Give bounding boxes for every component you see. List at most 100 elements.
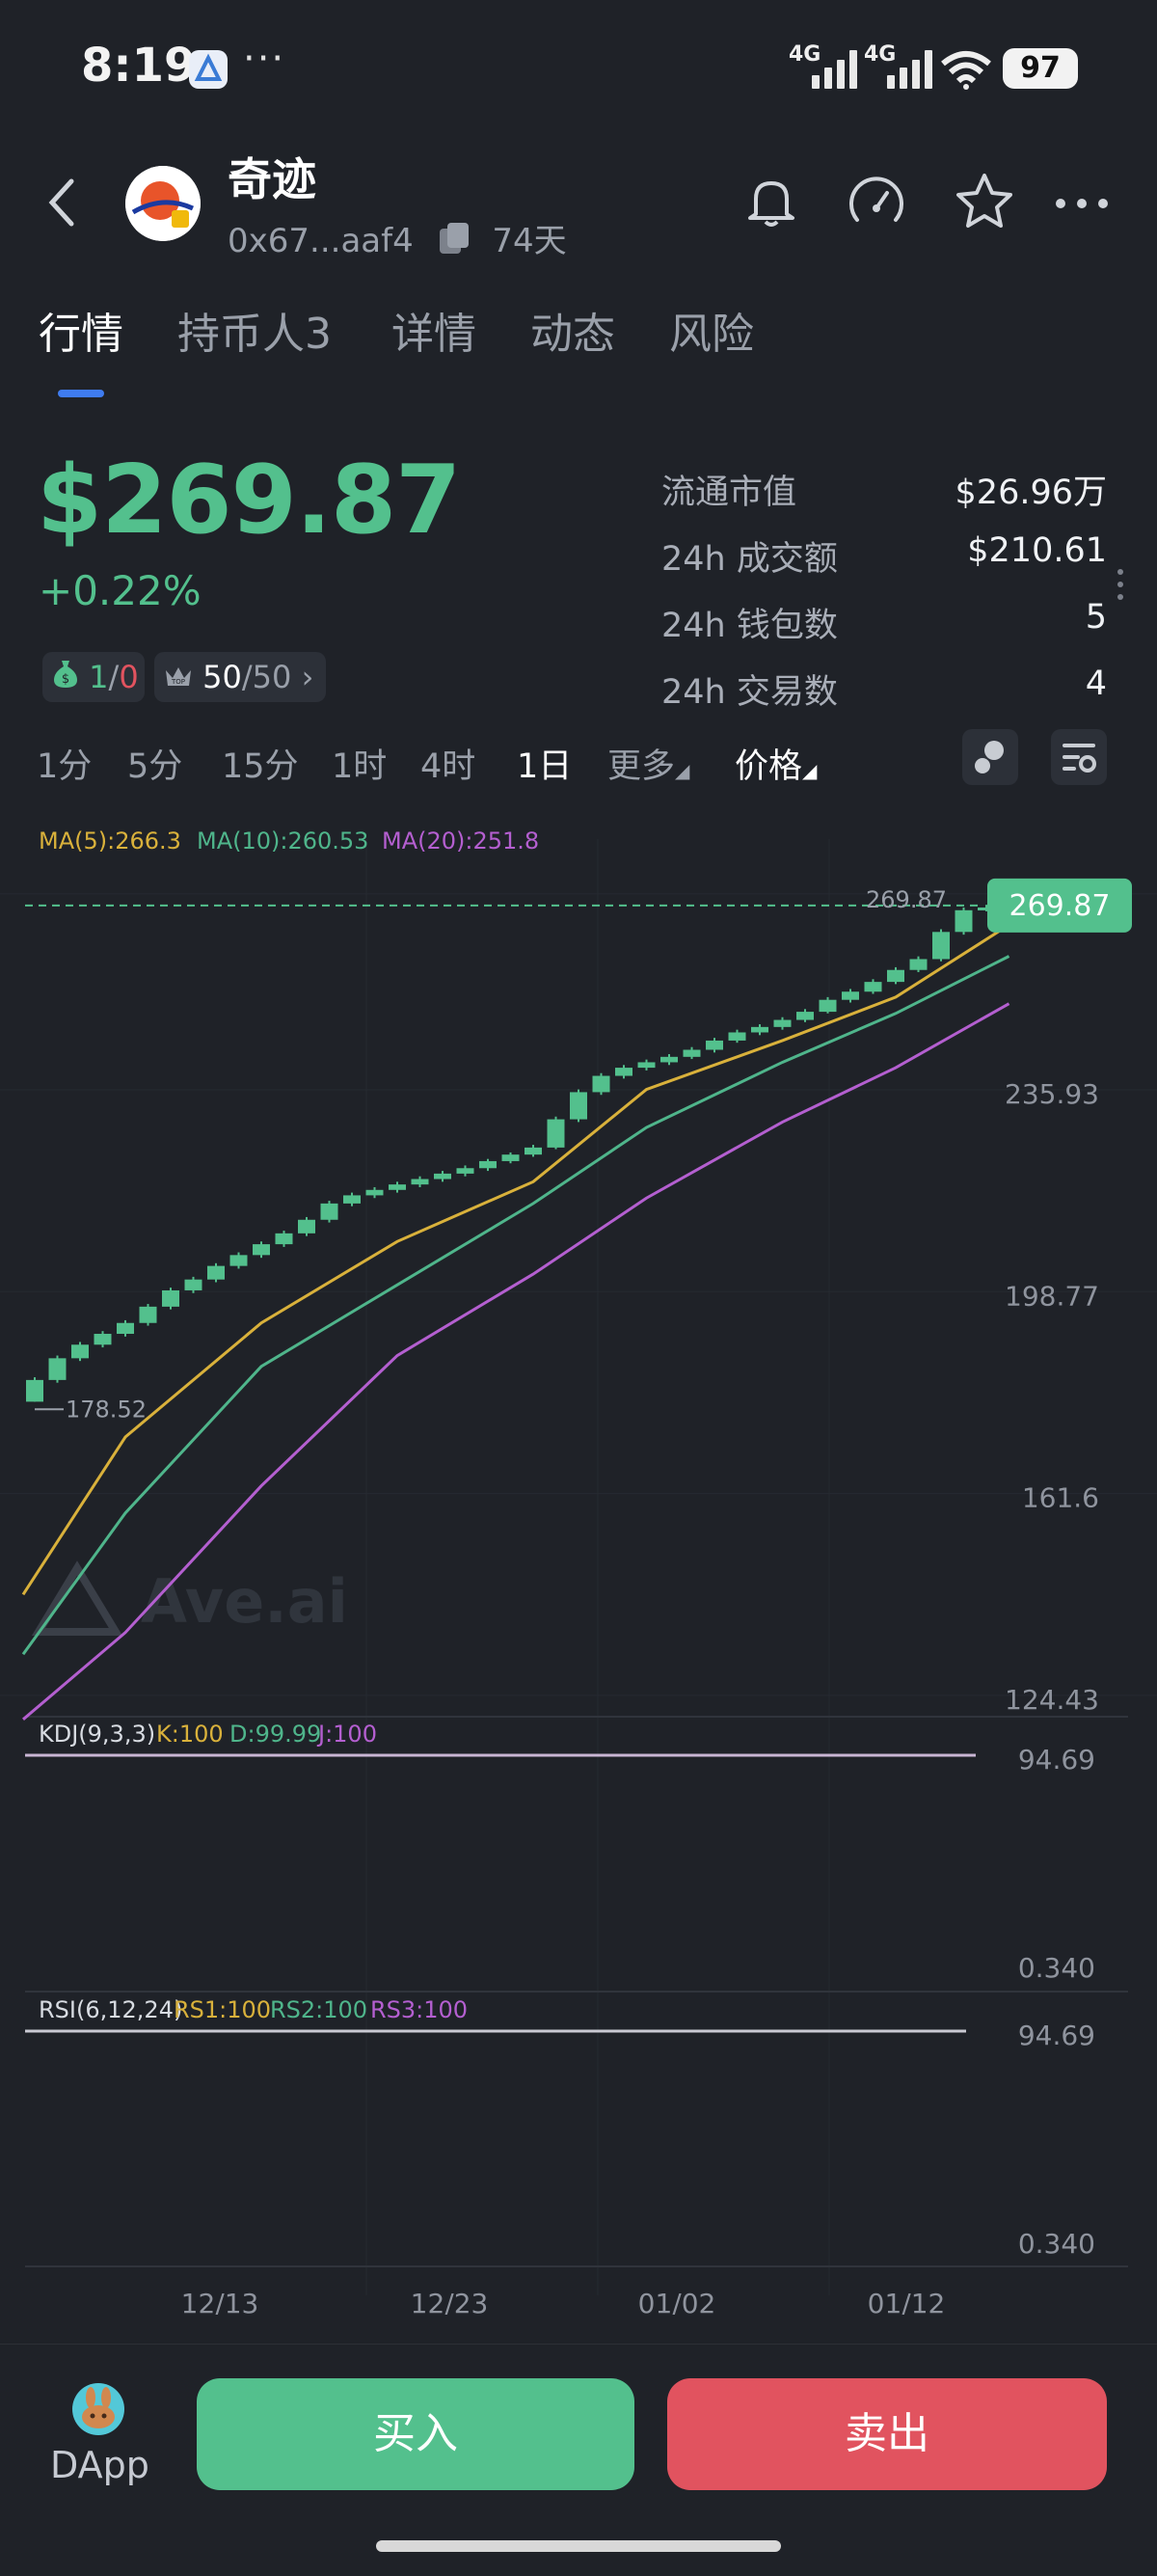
timeframe-4h[interactable]: 4时 [420,739,475,788]
candle [298,1219,315,1234]
candle [887,969,904,983]
alert-button[interactable] [740,172,802,237]
back-button[interactable] [42,174,81,235]
dropdown-corner-icon: ◢ [675,759,690,782]
kdj-axis-bottom: 0.340 [1018,1952,1095,1984]
price-axis-label: 235.93 [1005,1078,1099,1110]
kline-chart-svg[interactable]: Ave.ai 269.87 269.87 178.52 235.93 198.77 16… [0,800,1157,2319]
price-change: +0.22% [39,567,202,614]
buy-button[interactable]: 买入 [197,2378,634,2490]
address-text: 0x67...aaf4 [228,222,414,260]
candle [706,1040,723,1050]
svg-text:$: $ [62,672,69,687]
watermark: Ave.ai [31,1560,348,1637]
ma5-line [21,923,1010,1596]
timeframe-more[interactable]: 更多◢ [607,739,689,788]
candle [570,1092,587,1120]
candle [207,1265,225,1280]
candle [229,1255,248,1266]
timeframe-1d[interactable]: 1日 [517,739,572,788]
tab-risk[interactable]: 风险 [669,299,754,361]
favorite-button[interactable] [953,170,1016,237]
tab-details[interactable]: 详情 [391,299,476,361]
side-handle-icon[interactable] [1115,567,1126,606]
timeframe-15m[interactable]: 15分 [222,739,299,788]
candle [479,1160,497,1169]
kline-chart[interactable]: Ave.ai 269.87 269.87 178.52 235.93 198.77 16… [0,800,1157,2319]
date-axis-label: 01/02 [638,2288,716,2315]
gauge-icon [849,176,903,222]
price-axis-label: 198.77 [1005,1280,1099,1312]
app-icon [189,50,228,89]
tax-separator: / [108,659,120,695]
kdj-k: K:100 [156,1721,224,1748]
candle [819,999,837,1013]
price-mode-label: 价格 [735,747,803,786]
ma-legend-item: MA(5):266.3 [39,827,181,854]
tab-market[interactable]: 行情 [39,299,123,361]
timeframe-1m[interactable]: 1分 [37,739,92,788]
kdj-name: KDJ(9,3,3) [39,1721,155,1748]
date-axis-label: 12/13 [181,2288,259,2315]
settings-list-icon [1063,744,1096,773]
stat-label-wallets: 24h 钱包数 [661,607,838,645]
status-time: 8:19 [81,39,197,93]
price-axis-label: 161.6 [1022,1482,1099,1514]
candle [343,1195,361,1204]
chart-settings-button[interactable] [1051,729,1107,785]
indicator-toggle-button[interactable] [962,729,1018,785]
home-indicator[interactable] [376,2540,781,2552]
dropdown-corner-icon: ◢ [802,759,818,782]
top-holders-badge[interactable]: TOP 50/50 › [154,652,326,702]
current-price-tag-text: 269.87 [1009,889,1111,923]
wifi-icon [939,48,993,95]
tab-holders[interactable]: 持币人3 [177,299,332,361]
candle [184,1279,202,1290]
sell-button[interactable]: 卖出 [667,2378,1107,2490]
copy-address-button[interactable] [436,219,474,266]
stat-value-wallets: 5 [1085,598,1107,637]
token-logo-icon [125,166,201,241]
low-marker: 178.52 [66,1396,147,1423]
candle [117,1322,134,1335]
top-tag: TOP [171,678,185,686]
token-age: 74天 [492,222,567,260]
chevron-right-icon: › [301,659,314,695]
candle [162,1289,179,1307]
kdj-j: J:100 [316,1721,377,1748]
stat-value-trades: 4 [1085,664,1107,703]
high-marker: 269.87 [866,886,947,913]
stat-label-volume: 24h 成交额 [661,540,838,579]
timeframe-1h[interactable]: 1时 [332,739,387,788]
speed-button[interactable] [845,172,908,239]
timeframe-more-label: 更多 [607,747,676,786]
candle [637,1062,656,1069]
date-axis-label: 01/12 [868,2288,946,2315]
candle [26,1379,43,1402]
tax-badge[interactable]: $ 1/0 [42,652,145,702]
date-axis-label: 12/23 [411,2288,489,2315]
candle [525,1147,542,1155]
price-mode-select[interactable]: 价格◢ [735,739,817,788]
candle [955,909,973,933]
rsi-rs1: RS1:100 [174,1996,271,2023]
candle [751,1026,768,1033]
candle [864,982,882,992]
top-holders-count: 50 [202,659,242,695]
candle [592,1075,610,1093]
rsi-axis-top: 94.69 [1018,2020,1095,2051]
candle [547,1119,565,1148]
candle [615,1068,632,1076]
dapp-label: DApp [50,2444,149,2486]
candle [365,1189,384,1196]
token-title: 奇迹 [228,153,316,205]
dapp-button[interactable]: DApp [50,2382,149,2486]
ma-legend-item: MA(10):260.53 [197,827,368,854]
stat-label-trades: 24h 交易数 [661,673,838,712]
candle [389,1184,406,1190]
tab-activity[interactable]: 动态 [530,299,615,361]
stat-value-mcap: $26.96万 [955,474,1107,512]
timeframe-5m[interactable]: 5分 [127,739,182,788]
candle [71,1344,89,1359]
more-button[interactable] [1053,189,1111,222]
